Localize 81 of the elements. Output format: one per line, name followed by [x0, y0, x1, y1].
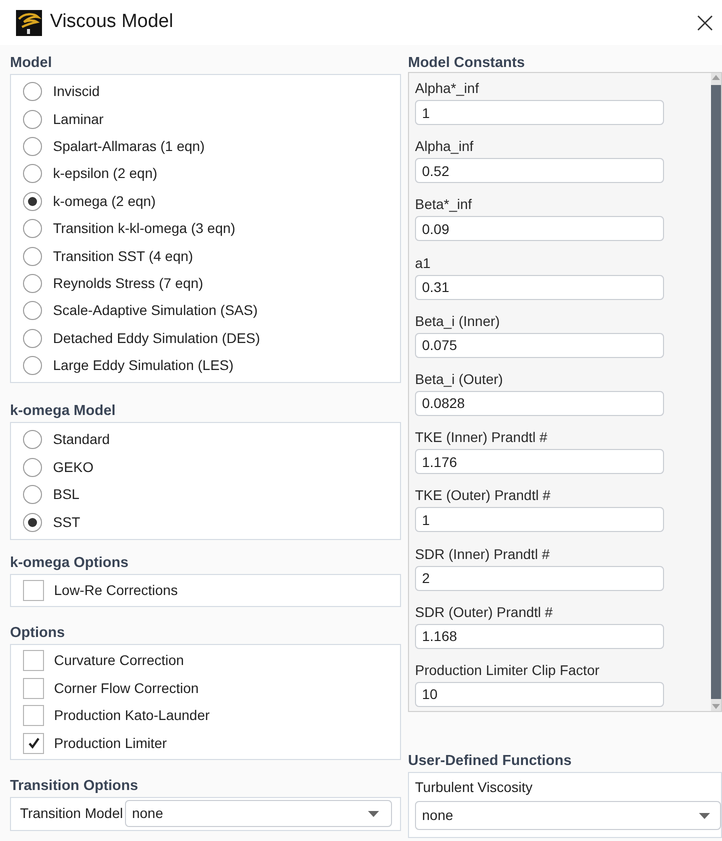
input-field[interactable]: 10: [415, 682, 664, 707]
input-field[interactable]: 0.075: [415, 332, 664, 358]
section-title: k-omega Model: [10, 402, 117, 420]
field-label: SDR (Inner) Prandtl #: [415, 544, 551, 564]
radio-button[interactable]: [23, 274, 42, 293]
close-icon: [697, 14, 713, 30]
app-logo-icon: [16, 10, 42, 36]
checkmark-icon: [28, 737, 40, 750]
radio-button[interactable]: [23, 136, 42, 156]
radio-label: Spalart-Allmaras (1 eqn): [53, 136, 205, 156]
input-field[interactable]: 1: [415, 100, 664, 125]
field-label: Beta_i (Inner): [415, 312, 501, 331]
scroll-up-icon: [711, 73, 721, 81]
radio-button[interactable]: [23, 356, 42, 376]
radio-label: Large Eddy Simulation (LES): [53, 356, 234, 376]
radio-button[interactable]: [23, 82, 42, 102]
radio-button[interactable]: [23, 301, 42, 320]
radio-button[interactable]: [23, 430, 42, 450]
checkbox-label: Low-Re Corrections: [54, 581, 178, 600]
field-label: TKE (Inner) Prandtl #: [415, 428, 548, 448]
checkbox[interactable]: [23, 650, 44, 672]
section-title: Model: [10, 54, 53, 72]
radio-label: Transition k-kl-omega (3 eqn): [53, 219, 236, 238]
radio-button[interactable]: [23, 328, 42, 348]
radio-button[interactable]: [23, 246, 42, 266]
radio-button[interactable]: [23, 110, 42, 129]
radio-button[interactable]: [23, 485, 42, 504]
checkbox[interactable]: [23, 705, 44, 726]
field-label: a1: [415, 254, 432, 273]
field-label: TKE (Outer) Prandtl #: [415, 486, 552, 506]
caret-icon: [368, 810, 379, 817]
section-title: User-Defined Functions: [408, 752, 573, 770]
checkbox-label: Corner Flow Correction: [54, 678, 199, 698]
input-field[interactable]: 1.176: [415, 449, 664, 474]
checkbox-label: Production Limiter: [54, 734, 167, 753]
radio-label: BSL: [53, 485, 80, 504]
radio-label: Inviscid: [53, 82, 100, 102]
radio-label: Scale-Adaptive Simulation (SAS): [53, 301, 258, 320]
section-title: k-omega Options: [10, 554, 130, 572]
checkbox-label: Curvature Correction: [54, 651, 184, 670]
scroll-down-icon: [711, 703, 721, 711]
field-label: Beta_i (Outer): [415, 370, 504, 389]
radio-label: SST: [53, 512, 80, 532]
radio-label: Reynolds Stress (7 eqn): [53, 274, 204, 293]
checkbox[interactable]: [23, 580, 44, 602]
radio-button[interactable]: [23, 164, 42, 184]
checkbox[interactable]: [23, 732, 44, 754]
field-label: Alpha*_inf: [415, 79, 480, 98]
radio-button[interactable]: [23, 192, 42, 211]
radio-button[interactable]: [23, 219, 42, 238]
input-field[interactable]: 1.168: [415, 624, 664, 649]
input-field[interactable]: 0.0828: [415, 390, 664, 416]
caret-icon: [699, 812, 710, 818]
section-title: Options: [10, 624, 66, 642]
radio-label: Laminar: [53, 110, 104, 129]
field-label: Alpha_inf: [415, 137, 474, 156]
checkbox[interactable]: [23, 678, 44, 699]
radio-label: Standard: [53, 430, 110, 450]
input-field[interactable]: 0.09: [415, 216, 664, 242]
section-title: Transition Options: [10, 776, 140, 795]
input-field[interactable]: 0.31: [415, 274, 664, 300]
input-field[interactable]: 1: [415, 507, 664, 532]
radio-label: Detached Eddy Simulation (DES): [53, 328, 260, 348]
input-field[interactable]: 2: [415, 566, 664, 590]
radio-button[interactable]: [23, 458, 42, 477]
field-label: SDR (Outer) Prandtl #: [415, 602, 554, 622]
window-title: Viscous Model: [50, 10, 174, 34]
radio-label: k-epsilon (2 eqn): [53, 164, 158, 184]
field-label: Turbulent Viscosity: [415, 778, 534, 797]
field-label: Beta*_inf: [415, 195, 473, 214]
radio-label: GEKO: [53, 458, 94, 477]
section-title: Model Constants: [408, 54, 526, 72]
field-label: Production Limiter Clip Factor: [415, 660, 600, 680]
transition-model-dropdown[interactable]: none: [124, 800, 392, 828]
radio-button[interactable]: [23, 512, 42, 532]
input-field[interactable]: 0.52: [415, 158, 664, 184]
radio-label: Transition SST (4 eqn): [53, 246, 194, 266]
radio-label: k-omega (2 eqn): [53, 192, 156, 211]
turbulent-viscosity-dropdown[interactable]: none: [415, 801, 721, 830]
field-label: Transition Model: [20, 804, 123, 824]
checkbox-label: Production Kato-Launder: [54, 706, 210, 726]
